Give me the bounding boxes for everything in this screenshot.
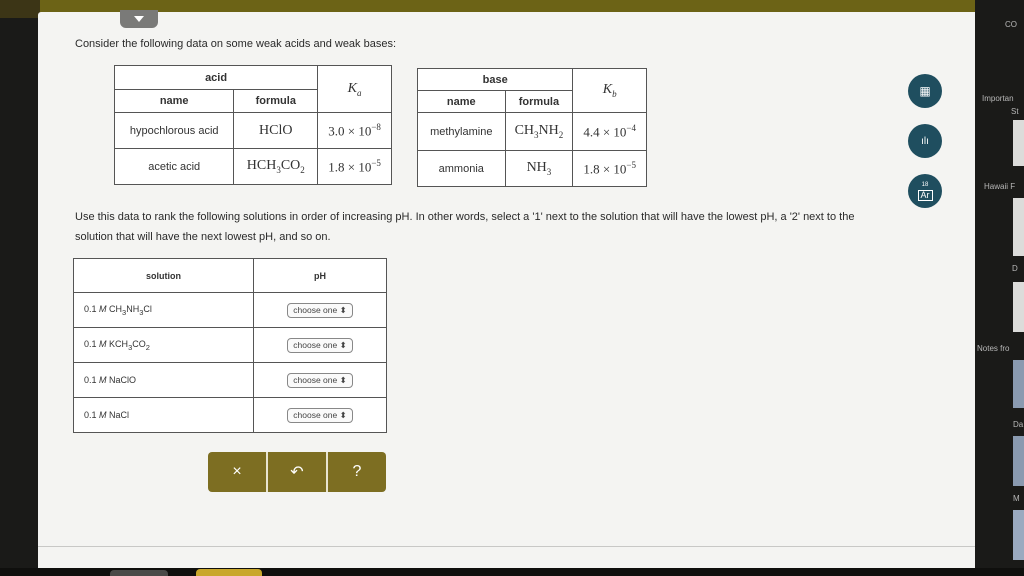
acid-formula-cell: HCH3CO2 [233, 148, 319, 185]
panel-label: Importan [982, 94, 1014, 103]
footer-tab[interactable] [110, 570, 168, 576]
ka-header: Ka [317, 65, 392, 113]
table-row: 0.1 M NaClO choose one ⬍ [73, 362, 387, 398]
select-arrows-icon: ⬍ [339, 339, 347, 350]
intro-text: Consider the following data on some weak… [75, 38, 397, 50]
rank-select[interactable]: choose one ⬍ [287, 337, 353, 353]
base-name-cell: ammonia [417, 150, 506, 187]
solution-table: solution pH 0.1 M CH3NH3Cl choose one ⬍ … [73, 258, 387, 433]
chart-icon[interactable]: ılı [908, 124, 942, 158]
base-formula-cell: NH3 [504, 150, 574, 187]
divider [38, 546, 975, 547]
acid-name-cell: acetic acid [113, 148, 235, 185]
acid-formula-cell: HClO [233, 112, 319, 149]
help-button[interactable]: ? [328, 452, 386, 492]
acid-table: acid Ka name formula hypochlorous acid H… [113, 65, 392, 185]
right-side-panel: CO Importan St Hawaii F D Notes fro Da M [975, 0, 1024, 576]
undo-button[interactable]: ↶ [268, 452, 328, 492]
thumbnail[interactable] [1013, 510, 1024, 560]
ph-cell: choose one ⬍ [253, 292, 387, 328]
panel-label: Hawaii F [984, 182, 1016, 191]
action-button-bar: × ↶ ? [208, 452, 386, 492]
acid-formula-header: formula [233, 89, 319, 113]
thumbnail[interactable] [1013, 198, 1024, 256]
ka-value-cell: 3.0 × 10−8 [317, 112, 392, 149]
acid-name-header: name [113, 89, 235, 113]
ph-header: pH [253, 258, 387, 293]
solution-header: solution [73, 258, 254, 293]
kb-value-cell: 4.4 × 10−4 [572, 112, 647, 151]
table-row: 0.1 M NaCl choose one ⬍ [73, 397, 387, 433]
chevron-down-icon [134, 16, 144, 22]
panel-label: CO [1005, 20, 1017, 29]
base-header: base [416, 68, 574, 91]
bottom-strip [0, 568, 1024, 576]
base-formula-header: formula [504, 90, 574, 113]
calculator-icon[interactable]: ▦ [908, 74, 942, 108]
collapse-button[interactable] [120, 10, 158, 28]
panel-label: Da [1013, 420, 1024, 429]
panel-label: Notes fro [977, 344, 1010, 353]
ph-cell: choose one ⬍ [253, 397, 387, 433]
instructions-text: Use this data to rank the following solu… [75, 211, 855, 243]
question-page: Consider the following data on some weak… [38, 10, 975, 576]
clear-button[interactable]: × [208, 452, 268, 492]
kb-header: Kb [572, 68, 647, 113]
periodic-table-icon[interactable]: 18 Ar [908, 174, 942, 208]
rank-select[interactable]: choose one ⬍ [287, 302, 353, 318]
acid-header: acid [113, 65, 319, 90]
ka-value-cell: 1.8 × 10−5 [317, 148, 392, 185]
base-name-cell: methylamine [417, 112, 506, 151]
rank-select[interactable]: choose one ⬍ [287, 407, 353, 423]
select-arrows-icon: ⬍ [339, 409, 347, 420]
base-formula-cell: CH3NH2 [504, 112, 574, 151]
kb-value-cell: 1.8 × 10−5 [572, 150, 647, 187]
acid-name-cell: hypochlorous acid [113, 112, 235, 149]
panel-label: M [1013, 494, 1020, 503]
select-arrows-icon: ⬍ [339, 304, 347, 315]
solution-label: 0.1 M KCH3CO2 [73, 327, 254, 363]
ph-cell: choose one ⬍ [253, 327, 387, 363]
table-row: 0.1 M KCH3CO2 choose one ⬍ [73, 327, 387, 363]
left-edge [0, 18, 38, 576]
select-arrows-icon: ⬍ [339, 374, 347, 385]
thumbnail[interactable] [1013, 282, 1024, 332]
panel-label: St [1011, 107, 1019, 116]
footer-tab[interactable] [196, 569, 262, 576]
base-table: base Kb name formula methylamine CH3NH2 … [416, 68, 647, 187]
thumbnail[interactable] [1013, 360, 1024, 408]
base-name-header: name [417, 90, 506, 113]
table-row: 0.1 M CH3NH3Cl choose one ⬍ [73, 292, 387, 328]
panel-label: D [1012, 264, 1018, 273]
solution-label: 0.1 M CH3NH3Cl [73, 292, 254, 328]
thumbnail[interactable] [1013, 120, 1024, 166]
solution-label: 0.1 M NaClO [73, 362, 254, 398]
thumbnail[interactable] [1013, 436, 1024, 486]
ph-cell: choose one ⬍ [253, 362, 387, 398]
solution-label: 0.1 M NaCl [73, 397, 254, 433]
rank-select[interactable]: choose one ⬍ [287, 372, 353, 388]
